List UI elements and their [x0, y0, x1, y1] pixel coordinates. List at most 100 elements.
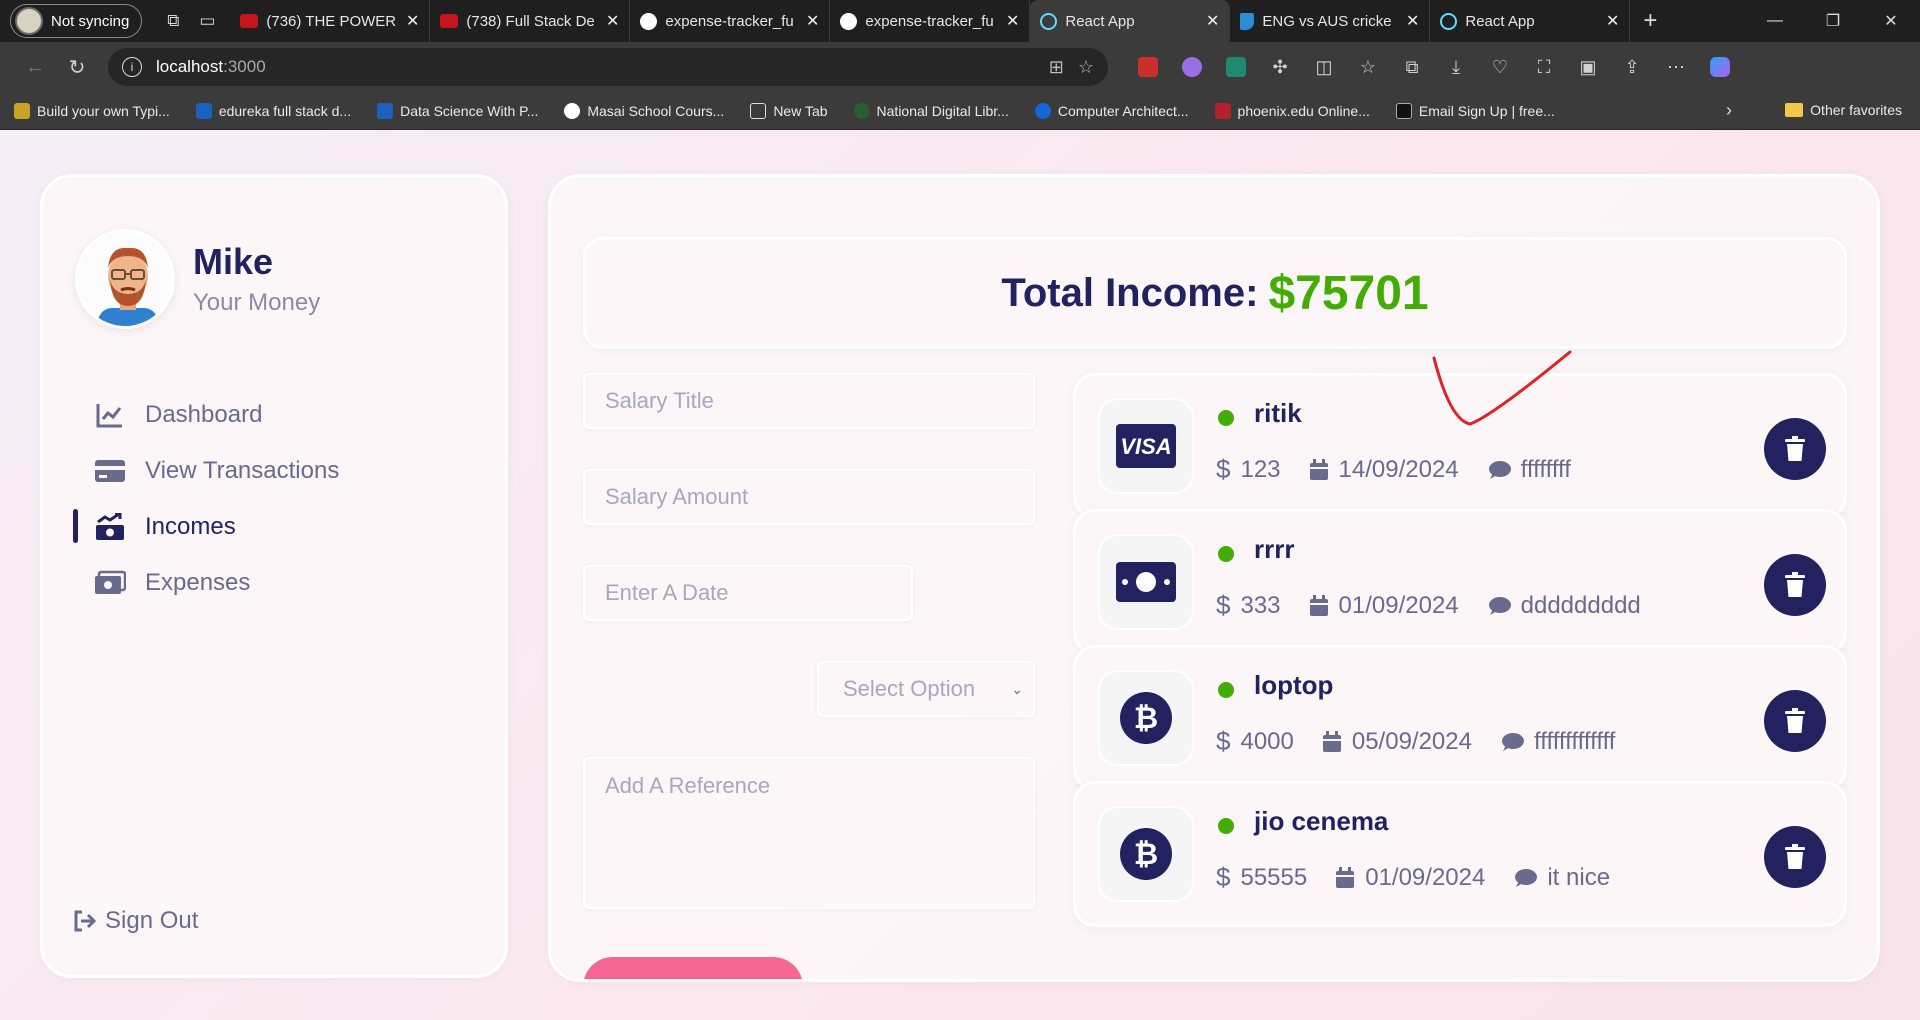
income-date: 14/09/2024 — [1338, 455, 1459, 483]
salary-amount-input[interactable]: Salary Amount — [583, 469, 1035, 525]
tab-youtube-2[interactable]: (738) Full Stack De ✕ — [430, 0, 631, 42]
minimize-icon[interactable]: — — [1746, 0, 1804, 42]
tab-title: expense-tracker_fu — [665, 12, 794, 30]
react-icon — [1040, 12, 1058, 30]
copilot-icon[interactable] — [1700, 47, 1740, 87]
status-dot — [1218, 410, 1234, 426]
tab-youtube-1[interactable]: (736) THE POWER ✕ — [230, 0, 431, 42]
other-favorites-folder[interactable]: Other favorites — [1785, 102, 1902, 118]
favorite-link[interactable]: National Digital Libr... — [853, 102, 1009, 119]
extension-red-icon[interactable] — [1128, 47, 1168, 87]
tab-actions-icon[interactable]: ▭ — [190, 4, 224, 38]
app-canvas: Mike Your Money Dashboard View Transacti… — [0, 130, 1920, 1020]
sidebar-item-dashboard[interactable]: Dashboard — [73, 387, 493, 443]
favorite-link[interactable]: Data Science With P... — [377, 102, 538, 119]
refresh-icon[interactable]: ↻ — [56, 47, 98, 87]
sidebar-toggle-icon[interactable]: ▣ — [1568, 47, 1608, 87]
close-tab-icon[interactable]: ✕ — [606, 11, 619, 31]
total-income-card: Total Income: $75701 — [583, 237, 1847, 349]
close-tab-icon[interactable]: ✕ — [1006, 11, 1019, 31]
extension-green-icon[interactable] — [1216, 47, 1256, 87]
sign-out-button[interactable]: Sign Out — [73, 907, 198, 935]
share-icon[interactable]: ⇪ — [1612, 47, 1652, 87]
money-bill-icon — [93, 570, 127, 596]
status-dot — [1218, 818, 1234, 834]
chevron-down-icon: ⌄ — [1011, 680, 1023, 697]
close-window-icon[interactable]: ✕ — [1862, 0, 1920, 42]
sidebar-item-incomes[interactable]: Incomes — [73, 499, 493, 555]
window-controls: — ❐ ✕ — [1746, 0, 1920, 42]
sidebar-item-view-transactions[interactable]: View Transactions — [73, 443, 493, 499]
date-input[interactable]: Enter A Date — [583, 565, 913, 621]
favorites-bar: Build your own Typi... edureka full stac… — [0, 92, 1920, 130]
income-description: ddddddddd — [1520, 591, 1641, 619]
checkmark-annotation-icon — [1432, 350, 1572, 426]
github-icon — [640, 12, 658, 30]
category-select[interactable]: Select Option ⌄ — [817, 661, 1035, 717]
income-description: it nice — [1547, 863, 1611, 891]
delete-income-button[interactable] — [1764, 826, 1826, 888]
delete-income-button[interactable] — [1764, 690, 1826, 752]
apps-icon[interactable]: ⊞ — [1049, 57, 1064, 78]
site-info-icon[interactable]: i — [122, 57, 142, 77]
sidebar-item-expenses[interactable]: Expenses — [73, 555, 493, 611]
sidebar-item-label: Dashboard — [145, 401, 263, 428]
tab-bing[interactable]: ENG vs AUS cricke ✕ — [1230, 0, 1431, 42]
favorites-overflow-chevron-icon[interactable]: › — [1726, 100, 1732, 121]
status-dot — [1218, 546, 1234, 562]
close-tab-icon[interactable]: ✕ — [1406, 11, 1419, 31]
split-screen-icon[interactable]: ◫ — [1304, 47, 1344, 87]
new-tab-button[interactable]: + — [1630, 7, 1670, 35]
workspaces-icon[interactable]: ⧉ — [156, 4, 190, 38]
profile-button[interactable]: Not syncing — [10, 4, 143, 38]
add-income-button[interactable] — [583, 957, 803, 979]
credit-card-icon — [93, 459, 127, 483]
favorite-link[interactable]: Computer Architect... — [1034, 102, 1189, 119]
favorite-link[interactable]: Masai School Cours... — [564, 102, 724, 119]
favorite-link[interactable]: Email Sign Up | free... — [1395, 102, 1555, 119]
trash-icon — [1785, 844, 1805, 869]
favorite-link[interactable]: phoenix.edu Online... — [1214, 102, 1370, 119]
address-bar[interactable]: i localhost:3000 ⊞ ☆ — [108, 48, 1108, 86]
maximize-icon[interactable]: ❐ — [1804, 0, 1862, 42]
chart-line-icon — [93, 402, 127, 428]
bitcoin-icon: ₿ — [1098, 806, 1194, 902]
screenshot-icon[interactable]: ⛶ — [1524, 47, 1564, 87]
extensions-puzzle-icon[interactable]: ✣ — [1260, 47, 1300, 87]
trash-icon — [1785, 708, 1805, 733]
favorite-link[interactable]: edureka full stack d... — [195, 102, 351, 119]
collections-icon[interactable]: ⧉ — [1392, 47, 1432, 87]
favorite-star-icon[interactable]: ☆ — [1078, 57, 1094, 78]
more-menu-icon[interactable]: ⋯ — [1656, 47, 1696, 87]
close-tab-icon[interactable]: ✕ — [406, 11, 419, 31]
calendar-icon — [1309, 594, 1328, 616]
close-tab-icon[interactable]: ✕ — [806, 11, 819, 31]
performance-icon[interactable]: ♡ — [1480, 47, 1520, 87]
close-tab-icon[interactable]: ✕ — [1606, 11, 1619, 31]
income-date: 01/09/2024 — [1365, 863, 1486, 891]
close-tab-icon[interactable]: ✕ — [1206, 11, 1219, 31]
delete-income-button[interactable] — [1764, 418, 1826, 480]
tab-github-1[interactable]: expense-tracker_fu ✕ — [630, 0, 831, 42]
user-subtitle: Your Money — [193, 289, 321, 316]
income-meta: $333 01/09/2024 ddddddddd — [1216, 590, 1669, 621]
salary-title-input[interactable]: Salary Title — [583, 373, 1035, 429]
downloads-icon[interactable]: ⤓ — [1436, 47, 1476, 87]
favorites-icon[interactable]: ☆ — [1348, 47, 1388, 87]
calendar-icon — [1336, 866, 1355, 888]
favorite-link[interactable]: Build your own Typi... — [14, 102, 170, 119]
url-text: localhost:3000 — [156, 57, 266, 76]
income-amount: 55555 — [1240, 863, 1308, 891]
tab-react-app-active[interactable]: React App ✕ — [1030, 0, 1231, 42]
tab-react-app-2[interactable]: React App ✕ — [1430, 0, 1631, 42]
reference-textarea[interactable]: Add A Reference — [583, 757, 1035, 909]
favorite-link[interactable]: New Tab — [750, 102, 828, 119]
delete-income-button[interactable] — [1764, 554, 1826, 616]
back-icon[interactable]: ← — [14, 47, 56, 87]
income-meta: $123 14/09/2024 ffffffff — [1216, 454, 1599, 485]
tab-github-2[interactable]: expense-tracker_fu ✕ — [830, 0, 1031, 42]
tab-title: React App — [1065, 12, 1135, 30]
extension-purple-icon[interactable] — [1172, 47, 1212, 87]
income-date: 01/09/2024 — [1338, 591, 1459, 619]
income-title: loptop — [1254, 670, 1334, 700]
